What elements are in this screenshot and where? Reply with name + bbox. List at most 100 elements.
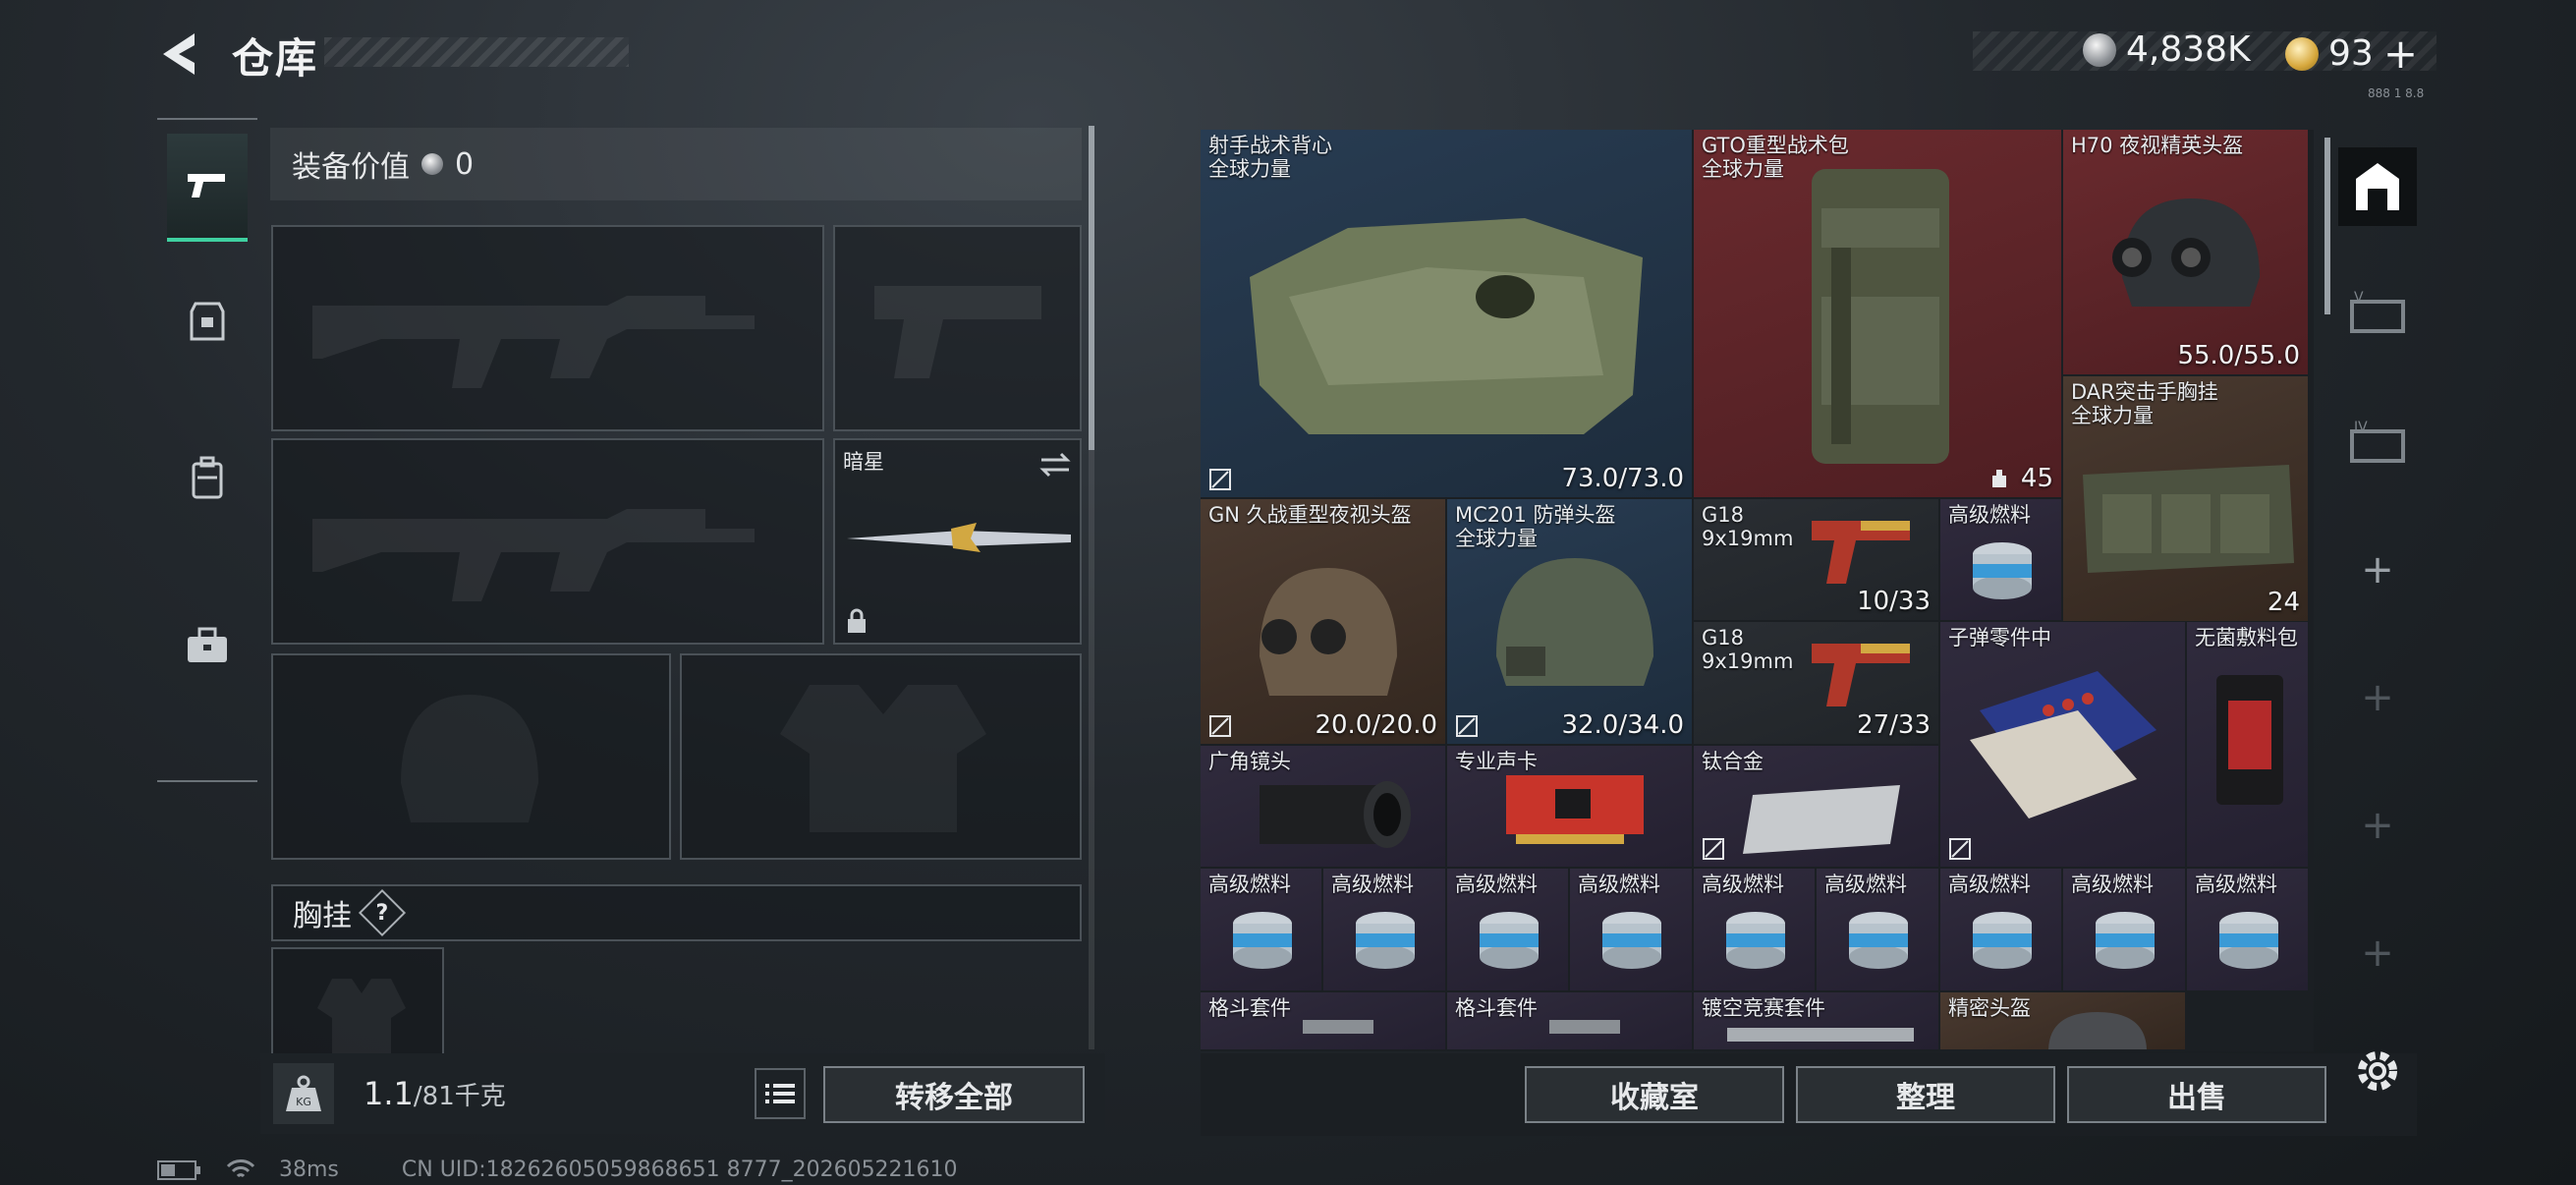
stash-item[interactable]: H70 夜视精英头盔 55.0/55.0 (2063, 130, 2310, 376)
svg-text:V: V (2354, 290, 2364, 306)
stash-tab-iv[interactable]: IV (2338, 403, 2417, 481)
stash-item[interactable]: 高级燃料 (1447, 869, 1570, 992)
weapon-kit-icon (1303, 1020, 1373, 1034)
rifle-silhouette-icon (312, 296, 755, 388)
back-arrow-icon[interactable] (155, 29, 204, 79)
silver-coin-icon (421, 153, 443, 175)
helmet-slot[interactable] (271, 653, 671, 860)
stash-item[interactable]: GTO重型战术包 全球力量 45 (1694, 130, 2063, 499)
stash-tab-v[interactable]: V (2338, 273, 2417, 352)
stash-item[interactable]: 高级燃料 (1570, 869, 1694, 992)
chest-label: 胸挂 (293, 899, 352, 933)
stash-item[interactable]: 无菌敷料包 (2187, 622, 2310, 869)
add-currency-button[interactable]: + (2383, 29, 2418, 78)
insured-icon (1209, 469, 1231, 490)
stash-item[interactable]: 高级燃料 (1323, 869, 1447, 992)
backpack-item-icon (1812, 169, 1949, 464)
stash-item[interactable]: 钛合金 (1694, 746, 1940, 869)
stash-item[interactable]: 高级燃料 (1817, 869, 1940, 992)
stash-item[interactable]: MC201 防弹头盔 全球力量 32.0/34.0 (1447, 499, 1694, 746)
chest-rig-item-icon (2083, 465, 2294, 573)
stash-item[interactable]: 精密头盔 (1940, 992, 2187, 1051)
chest-rig-slot[interactable] (271, 947, 444, 1057)
equipment-value-bar: 装备价值 0 (270, 128, 1082, 200)
stash-item[interactable]: 高级燃料 (1694, 869, 1817, 992)
collection-room-button[interactable]: 收藏室 (1525, 1066, 1784, 1123)
backpack-icon (192, 456, 223, 499)
sort-button[interactable]: 整理 (1796, 1066, 2055, 1123)
warehouse-icon (2356, 163, 2399, 210)
stash-item[interactable]: 高级燃料 (1201, 869, 1323, 992)
stash-item[interactable]: 高级燃料 (1940, 869, 2063, 992)
stash-item[interactable]: 高级燃料 (2187, 869, 2310, 992)
gold-coin-icon (2285, 36, 2319, 71)
pistol-slot[interactable] (833, 225, 1082, 431)
stash-item[interactable]: 镀空竞赛套件 (1694, 992, 1940, 1051)
carry-weight: 1.1/81千克 (364, 1075, 506, 1112)
svg-text:KG: KG (296, 1096, 311, 1108)
pistol-icon (188, 174, 225, 198)
secondary-weapon-slot[interactable] (271, 438, 824, 645)
transfer-all-button[interactable]: 转移全部 (823, 1066, 1085, 1123)
uid-text: CN UID:18262605059868651 8777_2026052216… (401, 1157, 958, 1182)
melee-slot[interactable]: 暗星 (833, 438, 1082, 645)
storage-box-icon: V (2350, 290, 2405, 333)
weapon-kit-icon (1549, 1020, 1620, 1034)
stash-tab-main[interactable] (2338, 147, 2417, 226)
fuel-can-icon (1849, 912, 1908, 969)
add-stash-tab-button[interactable]: + (2338, 786, 2417, 865)
stash-item[interactable]: 格斗套件 (1447, 992, 1694, 1051)
titanium-ingot-icon (1743, 785, 1900, 854)
stash-item[interactable]: 高级燃料 (2063, 869, 2187, 992)
swap-icon[interactable] (1037, 450, 1073, 480)
weapon-kit-icon (1727, 1028, 1914, 1042)
nav-backpack[interactable] (167, 424, 248, 533)
insured-icon (1703, 838, 1724, 860)
pistol-silhouette-icon (874, 286, 1041, 378)
loadout-scroll-thumb[interactable] (1089, 126, 1094, 450)
sell-button[interactable]: 出售 (2067, 1066, 2326, 1123)
primary-weapon-slot[interactable] (271, 225, 824, 431)
stash-item[interactable]: GN 久战重型夜视头盔 20.0/20.0 (1201, 499, 1447, 746)
stash-item[interactable]: DAR突击手胸挂 全球力量 24 (2063, 376, 2310, 623)
stash-item[interactable]: 格斗套件 (1201, 992, 1447, 1051)
pistol-item-icon (1812, 521, 1910, 584)
equip-value-label: 装备价值 (292, 150, 410, 185)
armor-icon (190, 302, 225, 341)
add-stash-tab-button[interactable]: + (2338, 914, 2417, 992)
stash-item[interactable]: G18 9x19mm 27/33 (1694, 622, 1940, 746)
list-view-button[interactable] (755, 1068, 806, 1119)
insured-icon (1949, 838, 1971, 860)
battery-icon (157, 1159, 200, 1180)
fuel-can-icon (1233, 912, 1292, 969)
stash-item[interactable]: 专业声卡 (1447, 746, 1694, 869)
stash-item[interactable]: 射手战术背心 全球力量 73.0/73.0 (1201, 130, 1694, 499)
camera-lens-icon (1260, 781, 1411, 848)
stash-grid: 射手战术背心 全球力量 73.0/73.0 GTO重型战术包 全球力量 45 H… (1201, 130, 2314, 1051)
helmet-item-icon (2048, 1012, 2147, 1049)
chest-rig-silhouette-icon (317, 979, 406, 1057)
gold-currency[interactable]: 93 + (2285, 29, 2418, 78)
armor-slot[interactable] (680, 653, 1082, 860)
sound-card-icon (1506, 775, 1644, 844)
pistol-item-icon (1812, 644, 1910, 706)
nav-weapons[interactable] (167, 134, 248, 242)
fuel-can-icon (1480, 912, 1539, 969)
add-stash-tab-button[interactable]: + (2338, 658, 2417, 737)
help-icon[interactable]: ? (358, 888, 407, 937)
stash-item[interactable]: 子弹零件中 (1940, 622, 2187, 869)
fuel-can-icon (2096, 912, 2155, 969)
melee-name: 暗星 (843, 450, 884, 474)
briefcase-icon (188, 627, 227, 662)
stash-item[interactable]: G18 9x19mm 10/33 (1694, 499, 1940, 622)
loadout-nav (157, 118, 257, 782)
wifi-icon (226, 1158, 255, 1177)
settings-gear-icon[interactable] (2348, 1042, 2407, 1100)
ammo-parts-icon (1970, 671, 2156, 818)
stash-item[interactable]: 广角镜头 (1201, 746, 1447, 869)
stash-scrollbar[interactable] (2324, 138, 2330, 314)
add-stash-tab-button[interactable]: + (2338, 531, 2417, 609)
nav-armor[interactable] (167, 267, 248, 375)
stash-item[interactable]: 高级燃料 (1940, 499, 2063, 622)
nav-case[interactable] (167, 592, 248, 700)
